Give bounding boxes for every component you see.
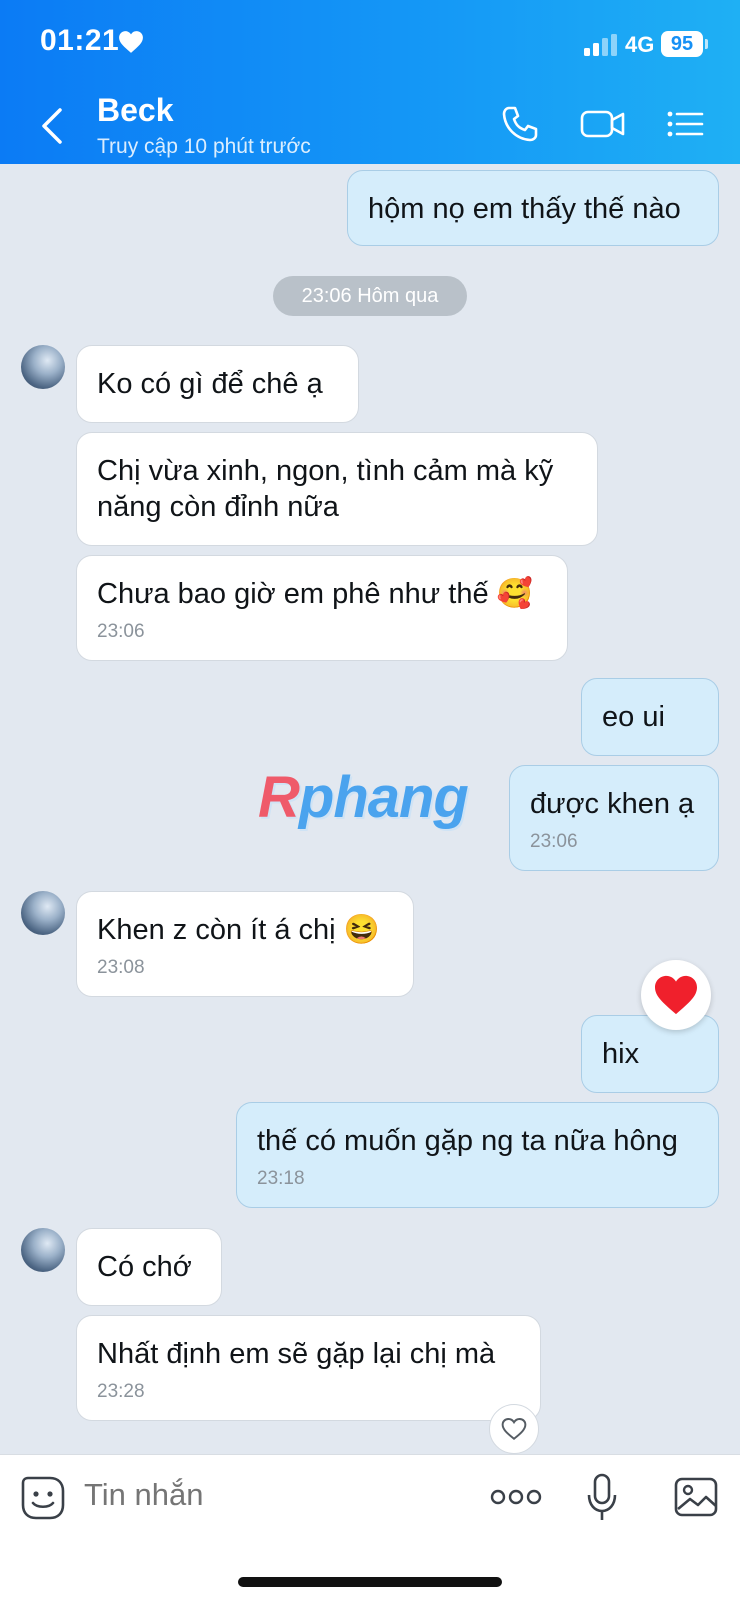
message-bubble-incoming[interactable]: Chị vừa xinh, ngon, tình cảm mà kỹ năng …: [76, 432, 598, 546]
battery-tip: [705, 39, 708, 49]
message-text: Nhất định em sẽ gặp lại chị mà: [97, 1338, 496, 1370]
sticker-icon[interactable]: [20, 1475, 66, 1521]
message-bubble-incoming[interactable]: Có chớ: [76, 1228, 222, 1306]
message-time: 23:28: [97, 1381, 145, 1402]
message-text: thế có muốn gặp ng ta nữa hông: [257, 1125, 678, 1157]
video-call-icon[interactable]: [580, 104, 626, 144]
message-bubble-outgoing[interactable]: được khen ạ 23:06: [509, 765, 719, 871]
message-time: 23:18: [257, 1168, 305, 1189]
avatar[interactable]: [21, 345, 65, 389]
react-button[interactable]: [489, 1404, 539, 1454]
message-text: Ko có gì để chê ạ: [97, 368, 323, 400]
message-bubble-incoming[interactable]: Khen z còn ít á chị 😆 23:08: [76, 891, 414, 997]
message-text: hix: [602, 1038, 640, 1070]
microphone-icon[interactable]: [586, 1473, 618, 1523]
heart-reaction[interactable]: [641, 960, 711, 1030]
message-text: Có chớ: [97, 1251, 192, 1283]
message-bubble-incoming[interactable]: Chưa bao giờ em phê như thế 🥰 23:06: [76, 555, 568, 661]
image-icon[interactable]: [674, 1475, 718, 1519]
battery-level: 95: [661, 31, 703, 57]
chat-header: 01:21 4G 95 Beck Truy cập 10 phút trước: [0, 0, 740, 164]
message-text: Chị vừa xinh, ngon, tình cảm mà kỹ năng …: [97, 455, 554, 523]
avatar[interactable]: [21, 1228, 65, 1272]
message-text: Chưa bao giờ em phê như thế 🥰: [97, 578, 533, 610]
last-seen: Truy cập 10 phút trước: [97, 135, 311, 158]
contact-name[interactable]: Beck: [97, 92, 174, 129]
message-bubble-outgoing[interactable]: eo ui: [581, 678, 719, 756]
message-text: eo ui: [602, 701, 665, 733]
network-label: 4G: [625, 32, 655, 57]
heart-icon: [655, 975, 697, 1015]
message-time: 23:06: [97, 621, 145, 642]
message-text: hộm nọ em thấy thế nào: [368, 193, 681, 225]
message-bubble-incoming[interactable]: Ko có gì để chê ạ: [76, 345, 359, 423]
message-bubble-outgoing[interactable]: thế có muốn gặp ng ta nữa hông 23:18: [236, 1102, 719, 1208]
watermark-logo: Rphang: [258, 765, 469, 830]
back-icon[interactable]: [36, 106, 68, 146]
date-separator: 23:06 Hôm qua: [273, 276, 467, 316]
more-icon[interactable]: [490, 1487, 542, 1507]
message-text: được khen ạ: [530, 788, 695, 820]
heart-outline-icon: [501, 1418, 527, 1440]
message-time: 23:08: [97, 957, 145, 978]
message-time: 23:06: [530, 831, 578, 852]
message-list[interactable]: hộm nọ em thấy thế nào 23:06 Hôm qua Ko …: [0, 164, 740, 1454]
message-bubble-outgoing[interactable]: hộm nọ em thấy thế nào: [347, 170, 719, 246]
message-bubble-incoming[interactable]: Nhất định em sẽ gặp lại chị mà 23:28: [76, 1315, 541, 1421]
message-input[interactable]: [84, 1477, 444, 1513]
status-time: 01:21: [40, 24, 120, 57]
heart-icon: [119, 31, 143, 53]
signal-icon: [584, 34, 617, 56]
menu-icon[interactable]: [666, 104, 704, 144]
message-text: Khen z còn ít á chị 😆: [97, 914, 380, 946]
home-indicator[interactable]: [238, 1577, 502, 1587]
phone-icon[interactable]: [500, 104, 540, 144]
avatar[interactable]: [21, 891, 65, 935]
message-bubble-outgoing[interactable]: hix: [581, 1015, 719, 1093]
